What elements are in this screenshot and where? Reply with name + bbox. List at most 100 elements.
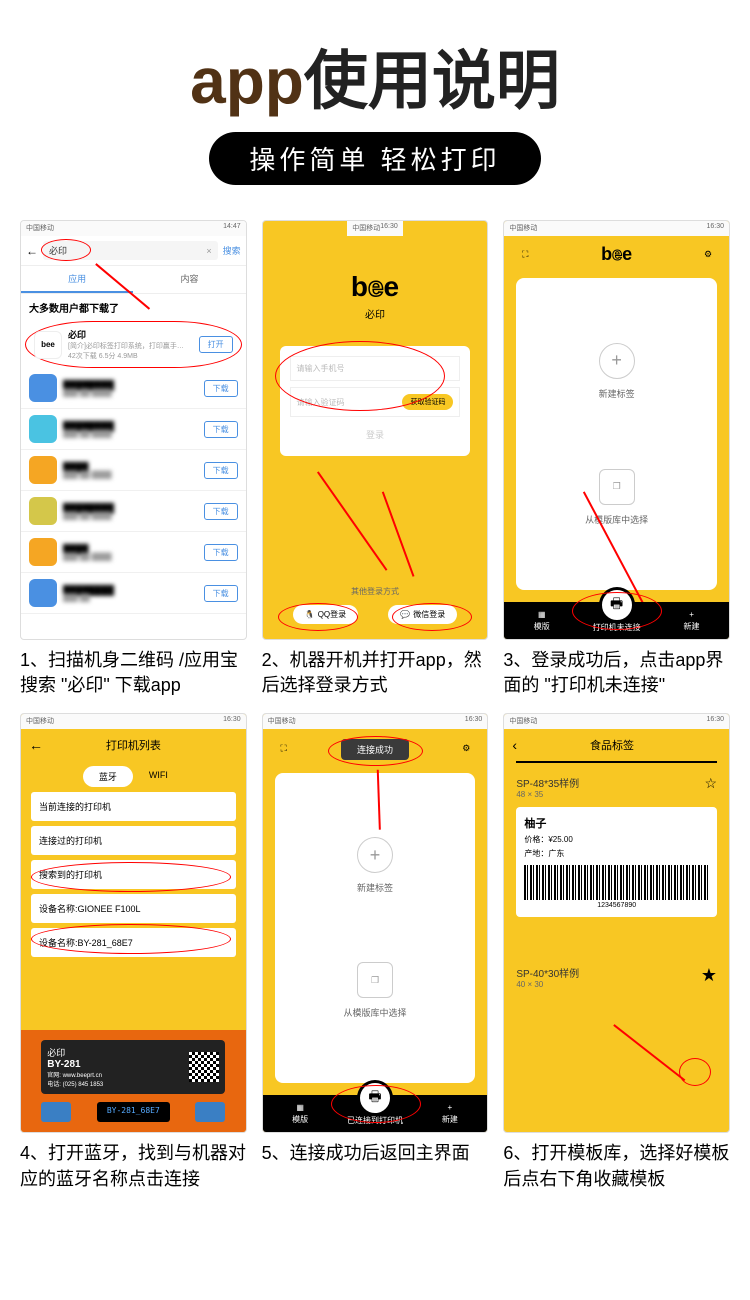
search-input[interactable]: 必印 × xyxy=(43,241,218,260)
settings-icon[interactable]: ⚙ xyxy=(699,246,717,264)
new-label-option[interactable]: + 新建标签 xyxy=(599,343,635,400)
subtitle-pill: 操作简单 轻松打印 xyxy=(209,132,540,185)
tabs: 应用 内容 xyxy=(21,266,246,294)
device-button xyxy=(195,1102,225,1122)
app-row-biyin[interactable]: bee 必印 [简介]必印标签打印系统，打印赢手… 42次下载 6.5分 4.9… xyxy=(25,321,242,368)
bee-logo: bee xyxy=(601,244,632,265)
get-code-button[interactable]: 获取验证码 xyxy=(402,394,453,410)
plus-icon: + xyxy=(448,1103,453,1112)
header-row: ← 打印机列表 xyxy=(21,729,246,761)
settings-icon[interactable]: ⚙ xyxy=(457,740,475,758)
device-photo: 必印 BY-281 官网: www.beeprt.cn 电话: (025) 84… xyxy=(21,1030,246,1132)
main-panel: + 新建标签 ❐ 从模版库中选择 xyxy=(516,278,717,590)
bee-logo: bee xyxy=(351,271,399,303)
list-item[interactable]: 设备名称:GIONEE F100L xyxy=(31,894,236,923)
from-template-option[interactable]: ❐ 从模版库中选择 xyxy=(343,962,406,1019)
back-icon[interactable]: ← xyxy=(26,244,38,258)
nav-new[interactable]: +新建 xyxy=(412,1103,487,1125)
printer-icon: 🖶 xyxy=(368,1086,381,1110)
favorite-icon-filled[interactable]: ★ xyxy=(701,965,717,986)
open-button[interactable]: 打开 xyxy=(199,336,233,353)
seg-wifi[interactable]: WIFI xyxy=(133,766,184,787)
status-bar: 中国移动16:30 xyxy=(347,221,403,236)
label-price: 价格：¥25.00 xyxy=(524,834,709,845)
qq-login-button[interactable]: 🐧QQ登录 xyxy=(293,605,358,624)
status-bar: 中国移动16:30 xyxy=(504,714,729,729)
scan-icon[interactable]: ⛶ xyxy=(275,740,293,758)
caption-6: 6、打开模板库，选择好模板后点右下角收藏模板 xyxy=(503,1141,730,1191)
back-icon[interactable]: ← xyxy=(29,737,43,753)
phone-input[interactable]: 请输入手机号 xyxy=(290,356,461,381)
download-button[interactable]: 下载 xyxy=(204,380,238,397)
device-panel: 必印 BY-281 官网: www.beeprt.cn 电话: (025) 84… xyxy=(41,1040,225,1094)
print-fab[interactable]: 🖶 xyxy=(357,1080,393,1116)
wechat-login-button[interactable]: 💬微信登录 xyxy=(388,605,457,624)
label-preview[interactable]: 柚子 价格：¥25.00 产地：广东 1234567890 xyxy=(516,807,717,917)
bottom-nav: ▦模版 已连接到打印机 +新建 🖶 xyxy=(263,1095,488,1132)
login-button[interactable]: 登录 xyxy=(290,423,461,446)
download-button[interactable]: 下载 xyxy=(204,462,238,479)
template-2-info: ★ SP-40*30样例 40 × 30 xyxy=(516,965,717,989)
list-hint: 大多数用户都下载了 xyxy=(21,294,246,321)
top-bar: ⛶ 连接成功 ⚙ xyxy=(263,729,488,768)
app-desc: [简介]必印标签打印系统，打印赢手… xyxy=(68,341,199,351)
code-input[interactable]: 请输入验证码 获取验证码 xyxy=(290,387,461,417)
list-item[interactable]: 设备名称:BY-281_68E7 xyxy=(31,928,236,957)
status-bar: 中国移动14:47 xyxy=(21,221,246,236)
print-fab[interactable]: 🖶 xyxy=(599,587,635,623)
printer-list: 当前连接的打印机 连接过的打印机 搜索到的打印机 设备名称:GIONEE F10… xyxy=(21,792,246,962)
page-title: 食品标签 xyxy=(517,737,707,753)
app-row[interactable]: ███████████ ██ ████下载 xyxy=(21,491,246,532)
clear-icon[interactable]: × xyxy=(206,246,211,256)
seg-bluetooth[interactable]: 蓝牙 xyxy=(83,766,133,787)
caption-5: 5、连接成功后返回主界面 xyxy=(262,1141,489,1166)
screen-template-library: 中国移动16:30 ‹ 食品标签 ☆ SP-48*35样例 48 × 35 柚子… xyxy=(503,713,730,1133)
status-bar: 中国移动16:30 xyxy=(263,714,488,729)
barcode-number: 1234567890 xyxy=(524,902,709,909)
app-row[interactable]: ███████ ██ ████下载 xyxy=(21,532,246,573)
screenshot-grid: 中国移动14:47 ← 必印 × 搜索 应用 内容 大多数用户都下载了 bee … xyxy=(0,205,750,1207)
login-form: 请输入手机号 请输入验证码 获取验证码 登录 xyxy=(280,346,471,456)
list-item[interactable]: 搜索到的打印机 xyxy=(31,860,236,889)
tab-content[interactable]: 内容 xyxy=(133,266,245,293)
app-row[interactable]: ███████████ ██ ████下载 xyxy=(21,368,246,409)
screen-appstore: 中国移动14:47 ← 必印 × 搜索 应用 内容 大多数用户都下载了 bee … xyxy=(20,220,247,640)
list-item[interactable]: 连接过的打印机 xyxy=(31,826,236,855)
label-origin: 产地：广东 xyxy=(524,848,709,859)
toast-message: 连接成功 xyxy=(341,739,409,760)
app-row[interactable]: ███████████ ██ ████下载 xyxy=(21,409,246,450)
caption-1: 1、扫描机身二维码 /应用宝搜索 "必印" 下载app xyxy=(20,648,247,698)
card-2: 中国移动16:30 bee 必印 请输入手机号 请输入验证码 获取验证码 登录 … xyxy=(262,220,489,698)
search-text: 必印 xyxy=(49,244,67,257)
new-label-option[interactable]: + 新建标签 xyxy=(357,837,393,894)
wechat-icon: 💬 xyxy=(400,610,410,619)
main-title: app使用说明 xyxy=(0,30,750,122)
segment-control: 蓝牙 WIFI xyxy=(21,766,246,787)
app-row[interactable]: ███████ ██ ████下载 xyxy=(21,450,246,491)
plus-icon: + xyxy=(689,610,694,619)
favorite-icon[interactable]: ☆ xyxy=(704,775,717,792)
app-name: 必印 xyxy=(68,328,199,341)
download-button[interactable]: 下载 xyxy=(204,544,238,561)
nav-template[interactable]: ▦模版 xyxy=(504,610,579,632)
from-template-option[interactable]: ❐ 从模版库中选择 xyxy=(585,469,648,526)
top-bar: ⛶ bee ⚙ xyxy=(504,236,729,273)
list-item[interactable]: 当前连接的打印机 xyxy=(31,792,236,821)
tab-apps[interactable]: 应用 xyxy=(21,266,133,293)
status-bar: 中国移动16:30 xyxy=(21,714,246,729)
app-name-label: 必印 xyxy=(365,306,385,321)
printer-icon: 🖶 xyxy=(610,593,623,617)
download-button[interactable]: 下载 xyxy=(204,585,238,602)
template-icon: ▦ xyxy=(538,610,546,619)
title-part2: 使用说明 xyxy=(304,45,560,117)
label-name: 柚子 xyxy=(524,815,709,831)
qq-icon: 🐧 xyxy=(305,610,315,619)
download-button[interactable]: 下载 xyxy=(204,503,238,520)
screen-home-disconnected: 中国移动16:30 ⛶ bee ⚙ + 新建标签 ❐ 从模版库中选择 ▦模版 打… xyxy=(503,220,730,640)
search-button[interactable]: 搜索 xyxy=(223,244,241,257)
app-row[interactable]: ███████████ ██下载 xyxy=(21,573,246,614)
nav-template[interactable]: ▦模版 xyxy=(263,1103,338,1125)
download-button[interactable]: 下载 xyxy=(204,421,238,438)
nav-new[interactable]: +新建 xyxy=(654,610,729,632)
scan-icon[interactable]: ⛶ xyxy=(516,246,534,264)
